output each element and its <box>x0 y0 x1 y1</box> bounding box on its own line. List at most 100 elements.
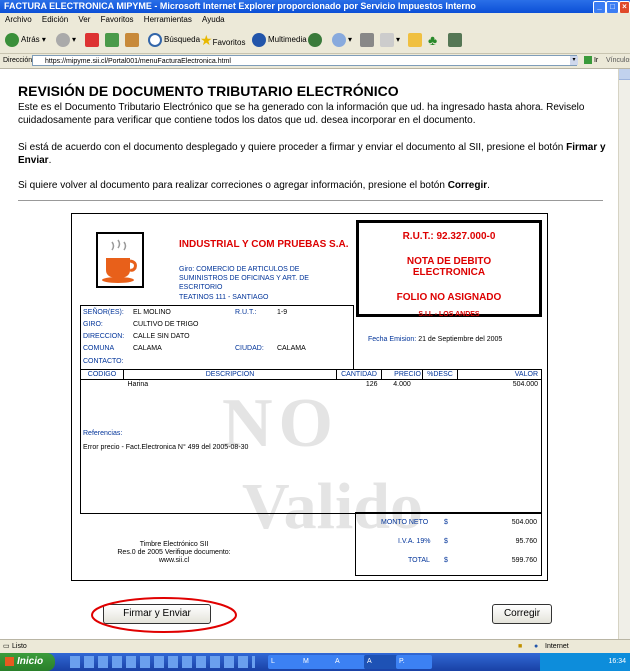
client-name: EL MOLINO <box>133 309 171 316</box>
items-table: CODIGO DESCRIPCION CANTIDAD PRECIO %DESC… <box>81 370 541 389</box>
window-titlebar: FACTURA ELECTRONICA MIPYME - Microsoft I… <box>0 0 630 14</box>
multimedia-button[interactable]: Multimedia <box>252 32 307 48</box>
print-icon <box>360 32 374 47</box>
address-bar: Dirección https://mipyme.sii.cl/Portal00… <box>0 54 630 69</box>
company-name: INDUSTRIAL Y COM PRUEBAS S.A. <box>179 239 349 250</box>
page-title: REVISIÓN DE DOCUMENTO TRIBUTARIO ELECTRÓ… <box>18 83 399 99</box>
scroll-up-icon[interactable] <box>619 69 630 80</box>
address-label: Dirección <box>3 57 33 64</box>
company-giro: Giro: COMERCIO DE ARTICULOS DE SUMINISTR… <box>179 266 309 291</box>
page-icon: ▭ <box>3 643 10 650</box>
sii-office: S.I.I. - LOS ANDES <box>418 311 480 318</box>
intro-paragraph: Este es el Documento Tributario Electrón… <box>18 102 585 126</box>
company-address: TEATINOS 111 - SANTIAGO <box>179 294 269 301</box>
coffee-cup-icon <box>102 239 137 283</box>
divider <box>18 200 603 201</box>
refresh-button[interactable] <box>105 32 121 48</box>
star-icon: ★ <box>200 32 213 48</box>
search-icon <box>148 32 162 47</box>
home-button[interactable] <box>125 32 141 48</box>
clock: 16:34 <box>608 658 626 665</box>
issue-date: Fecha Emision: 21 de Septiembre del 2005 <box>368 336 503 343</box>
edit-button[interactable]: ▾ <box>380 32 400 48</box>
status-text: Listo <box>12 643 27 650</box>
favorites-button[interactable]: ★Favoritos <box>200 32 245 48</box>
print-button[interactable] <box>360 32 376 48</box>
mail-icon <box>332 32 346 47</box>
client-address: CALLE SIN DATO <box>133 333 190 340</box>
go-arrow-icon <box>584 56 592 65</box>
menu-edicion[interactable]: Edición <box>42 15 68 24</box>
history-icon <box>308 32 322 47</box>
company-logo <box>96 232 144 288</box>
menu-ver[interactable]: Ver <box>78 15 90 24</box>
status-bar: ▭ Listo ■ ● Internet <box>0 639 630 653</box>
task-item-3[interactable]: A <box>332 655 366 669</box>
rut-box: R.U.T.: 92.327.000-0 NOTA DE DEBITO ELEC… <box>356 220 542 317</box>
client-comuna: CALAMA <box>133 345 162 352</box>
links-label[interactable]: Vínculos <box>606 54 630 68</box>
search-button[interactable]: Búsqueda <box>148 32 200 48</box>
totals-box: MONTO NETO $ 504.000 I.V.A. 19% $ 95.760… <box>355 512 542 576</box>
page-content: REVISIÓN DE DOCUMENTO TRIBUTARIO ELECTRÓ… <box>0 69 618 639</box>
table-row: Harina 126 4.000 504.000 <box>127 381 539 388</box>
zone-text: Internet <box>545 643 569 650</box>
folio: FOLIO NO ASIGNADO <box>396 292 502 303</box>
taskbar: Inicio L M A A P. 16:34 <box>0 653 630 671</box>
back-button[interactable]: Atrás ▾ <box>5 32 46 48</box>
forward-arrow-icon <box>56 32 70 47</box>
addon-icon <box>448 32 462 47</box>
total-value: 599.760 <box>511 557 537 564</box>
multimedia-icon <box>252 32 266 47</box>
task-item-2[interactable]: M <box>300 655 334 669</box>
address-input[interactable]: https://mipyme.sii.cl/Portal001/menuFact… <box>32 55 577 66</box>
task-item-1[interactable]: L <box>268 655 302 669</box>
clover-button[interactable]: ♣ <box>428 32 437 48</box>
home-icon <box>125 32 139 47</box>
address-dropdown-icon[interactable]: ▾ <box>570 56 578 65</box>
iva-value: 95.760 <box>515 538 537 545</box>
start-button[interactable]: Inicio <box>0 653 55 671</box>
monto-neto: 504.000 <box>511 519 537 526</box>
task-item-5[interactable]: P. <box>396 655 432 669</box>
menu-herramientas[interactable]: Herramientas <box>144 15 192 24</box>
stop-button[interactable] <box>85 32 101 48</box>
toolbar: Atrás ▾ ▾ Búsqueda ★Favoritos Multimedia… <box>0 27 630 54</box>
menu-ayuda[interactable]: Ayuda <box>202 15 225 24</box>
window-title: FACTURA ELECTRONICA MIPYME - Microsoft I… <box>4 1 476 11</box>
referencia-text: Error precio - Fact.Electronica N° 499 d… <box>83 444 249 451</box>
edit-icon <box>380 32 394 47</box>
referencias-label: Referencias: <box>83 430 123 437</box>
client-giro: CULTIVO DE TRIGO <box>133 321 199 328</box>
lock-icon: ■ <box>518 643 523 650</box>
document-type: NOTA DE DEBITO ELECTRONICA <box>406 256 492 278</box>
history-button[interactable] <box>308 32 324 48</box>
items-header-row: CODIGO DESCRIPCION CANTIDAD PRECIO %DESC… <box>81 370 541 380</box>
quick-launch-icons[interactable] <box>70 656 255 668</box>
corregir-button[interactable]: Corregir <box>492 604 552 624</box>
issuer-rut: R.U.T.: 92.327.000-0 <box>402 231 496 242</box>
globe-icon: ● <box>534 643 539 650</box>
sign-instructions: Si está de acuerdo con el documento desp… <box>18 142 606 166</box>
menu-bar: Archivo Edición Ver Favoritos Herramient… <box>0 13 630 27</box>
windows-logo-icon <box>5 656 14 666</box>
system-tray: 16:34 <box>540 653 630 671</box>
addon-button[interactable] <box>448 32 464 48</box>
timbre-electronico: Timbre Electrónico SII Res.0 de 2005 Ver… <box>117 541 231 564</box>
vertical-scrollbar[interactable] <box>618 69 630 639</box>
go-button[interactable]: Ir <box>584 54 598 68</box>
clover-icon: ♣ <box>428 32 438 48</box>
items-box: CODIGO DESCRIPCION CANTIDAD PRECIO %DESC… <box>80 369 542 514</box>
client-box: SEÑOR(ES): EL MOLINO R.U.T.: 1-9 GIRO: C… <box>80 305 354 370</box>
messenger-icon <box>408 32 422 47</box>
client-rut: 1-9 <box>277 309 288 316</box>
forward-button[interactable]: ▾ <box>56 32 76 48</box>
stop-icon <box>85 32 99 47</box>
mail-button[interactable]: ▾ <box>332 32 352 48</box>
menu-favoritos[interactable]: Favoritos <box>101 15 134 24</box>
task-item-4[interactable]: A <box>364 655 398 669</box>
messenger-button[interactable] <box>408 32 424 48</box>
document-preview: INDUSTRIAL Y COM PRUEBAS S.A. Giro: COME… <box>71 213 548 581</box>
refresh-icon <box>105 32 119 47</box>
menu-archivo[interactable]: Archivo <box>5 15 32 24</box>
